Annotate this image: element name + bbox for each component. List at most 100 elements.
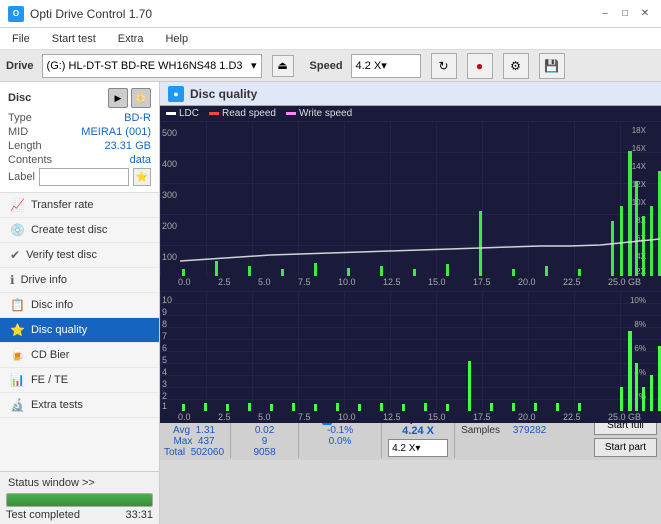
bis-max: 9 [262,436,268,447]
sidebar: Disc ▶ 📀 Type BD-R MID MEIRA1 (001) Leng… [0,82,160,524]
svg-text:300: 300 [162,190,177,200]
bx-label-225: 22.5 [563,412,581,422]
sidebar-item-fe-te[interactable]: 📊 FE / TE [0,368,159,393]
svg-text:10X: 10X [632,198,647,207]
drive-eject-button[interactable]: ⏏ [272,55,294,77]
samples-key: Samples [461,425,500,436]
refresh-button[interactable]: ↻ [431,53,457,79]
disc-type-row: Type BD-R [8,112,151,124]
drive-info-icon: ℹ [10,273,15,287]
content-area: ● Disc quality LDC Read speed Write spee… [160,82,661,524]
read-speed-legend-color [209,112,219,115]
bis-total: 9058 [253,447,275,458]
sidebar-item-verify-test-disc[interactable]: ✔ Verify test disc [0,243,159,268]
top-chart-svg: 500 400 300 200 100 18X 16X 14X 12X 10X … [160,121,661,276]
progress-bar-fill [7,494,152,506]
disc-quality-header-icon: ● [168,86,184,102]
app-title: Opti Drive Control 1.70 [30,7,152,21]
jitter-total [339,447,342,458]
speed-dropdown-arrow: ▾ [415,443,420,454]
jitter-max-val: 0.0% [329,436,352,447]
bx-label-250: 25.0 GB [608,412,641,422]
bx-label-25: 2.5 [218,412,231,422]
legend-write-speed: Write speed [286,108,352,119]
close-button[interactable]: ✕ [637,6,653,22]
disc-panel: Disc ▶ 📀 Type BD-R MID MEIRA1 (001) Leng… [0,82,159,193]
speed-selector[interactable]: 4.2 X ▾ [351,54,421,78]
sidebar-item-create-test-disc[interactable]: 💿 Create test disc [0,218,159,243]
menu-start-test[interactable]: Start test [46,31,102,47]
status-time: 33:31 [125,509,153,521]
disc-label-key: Label [8,171,35,183]
sidebar-item-disc-quality[interactable]: ⭐ Disc quality [0,318,159,343]
charts-container: LDC Read speed Write speed [160,106,661,524]
status-window-button[interactable]: Status window >> [6,475,153,491]
fe-te-icon: 📊 [10,373,25,387]
legend-ldc: LDC [166,108,199,119]
top-chart-legend: LDC Read speed Write speed [160,106,661,121]
menu-file[interactable]: File [6,31,36,47]
top-chart-x-axis: 0.0 2.5 5.0 7.5 10.0 12.5 15.0 17.5 20.0… [160,276,661,288]
sidebar-item-transfer-rate[interactable]: 📈 Transfer rate [0,193,159,218]
disc-header: Disc ▶ 📀 [8,88,151,108]
ldc-avg-label: Avg [173,425,193,436]
status-bottom: Test completed 33:31 [6,508,153,521]
svg-text:10: 10 [162,295,172,305]
disc-action-btn2[interactable]: 📀 [131,88,151,108]
disc-mid-val: MEIRA1 (001) [81,126,151,138]
ldc-legend-color [166,112,176,115]
svg-text:12X: 12X [632,180,647,189]
disc-mid-row: MID MEIRA1 (001) [8,126,151,138]
ldc-total-val: 502060 [191,447,224,458]
sidebar-item-label-disc-info: Disc info [31,299,73,311]
disc-label-input[interactable] [39,168,129,186]
disc-type-val: BD-R [124,112,151,124]
svg-text:1: 1 [162,401,167,411]
x-label-225: 22.5 [563,277,581,287]
write-speed-legend-color [286,112,296,115]
titlebar-left: O Opti Drive Control 1.70 [8,6,152,22]
disc-action-btn1[interactable]: ▶ [108,88,128,108]
sidebar-item-drive-info[interactable]: ℹ Drive info [0,268,159,293]
disc-length-row: Length 23.31 GB [8,140,151,152]
ldc-avg-val: 1.31 [196,425,215,436]
bx-label-50: 5.0 [258,412,271,422]
svg-text:6: 6 [162,343,167,353]
disc-length-val: 23.31 GB [105,140,151,152]
disc-contents-row: Contents data [8,154,151,166]
maximize-button[interactable]: □ [617,6,633,22]
settings-button[interactable]: ⚙ [503,53,529,79]
disc-label-btn[interactable]: ⭐ [133,168,151,186]
disc-quality-title: Disc quality [190,87,257,101]
speed-stat-dropdown[interactable]: 4.2 X ▾ [388,439,448,457]
disc-quality-icon: ⭐ [10,323,25,337]
speed-label: Speed [310,60,343,72]
save-button[interactable]: 💾 [539,53,565,79]
menu-extra[interactable]: Extra [112,31,150,47]
minimize-button[interactable]: – [597,6,613,22]
svg-text:3: 3 [162,379,167,389]
speed-dropdown-icon: ▾ [381,59,387,72]
disc-icons: ▶ 📀 [108,88,151,108]
sidebar-item-label-create-test-disc: Create test disc [31,224,107,236]
drivebar: Drive (G:) HL-DT-ST BD-RE WH16NS48 1.D3 … [0,50,661,82]
svg-text:10%: 10% [630,296,646,305]
ldc-total-label: Total [164,447,188,458]
burn-button[interactable]: ● [467,53,493,79]
speed-stat-val: 4.24 X [402,425,434,437]
cd-bier-icon: 🍺 [10,348,25,362]
sidebar-item-extra-tests[interactable]: 🔬 Extra tests [0,393,159,418]
x-label-125: 12.5 [383,277,401,287]
sidebar-item-cd-bier[interactable]: 🍺 CD Bier [0,343,159,368]
sidebar-item-disc-info[interactable]: 📋 Disc info [0,293,159,318]
x-label-175: 17.5 [473,277,491,287]
disc-length-key: Length [8,140,42,152]
start-part-button[interactable]: Start part [594,438,657,457]
sidebar-item-label-drive-info: Drive info [21,274,67,286]
menu-help[interactable]: Help [159,31,194,47]
samples-row: Samples 379282 [461,425,546,436]
svg-text:7: 7 [162,331,167,341]
drive-selector[interactable]: (G:) HL-DT-ST BD-RE WH16NS48 1.D3 ▾ [42,54,262,78]
disc-quality-header: ● Disc quality [160,82,661,106]
sidebar-item-label-fe-te: FE / TE [31,374,68,386]
